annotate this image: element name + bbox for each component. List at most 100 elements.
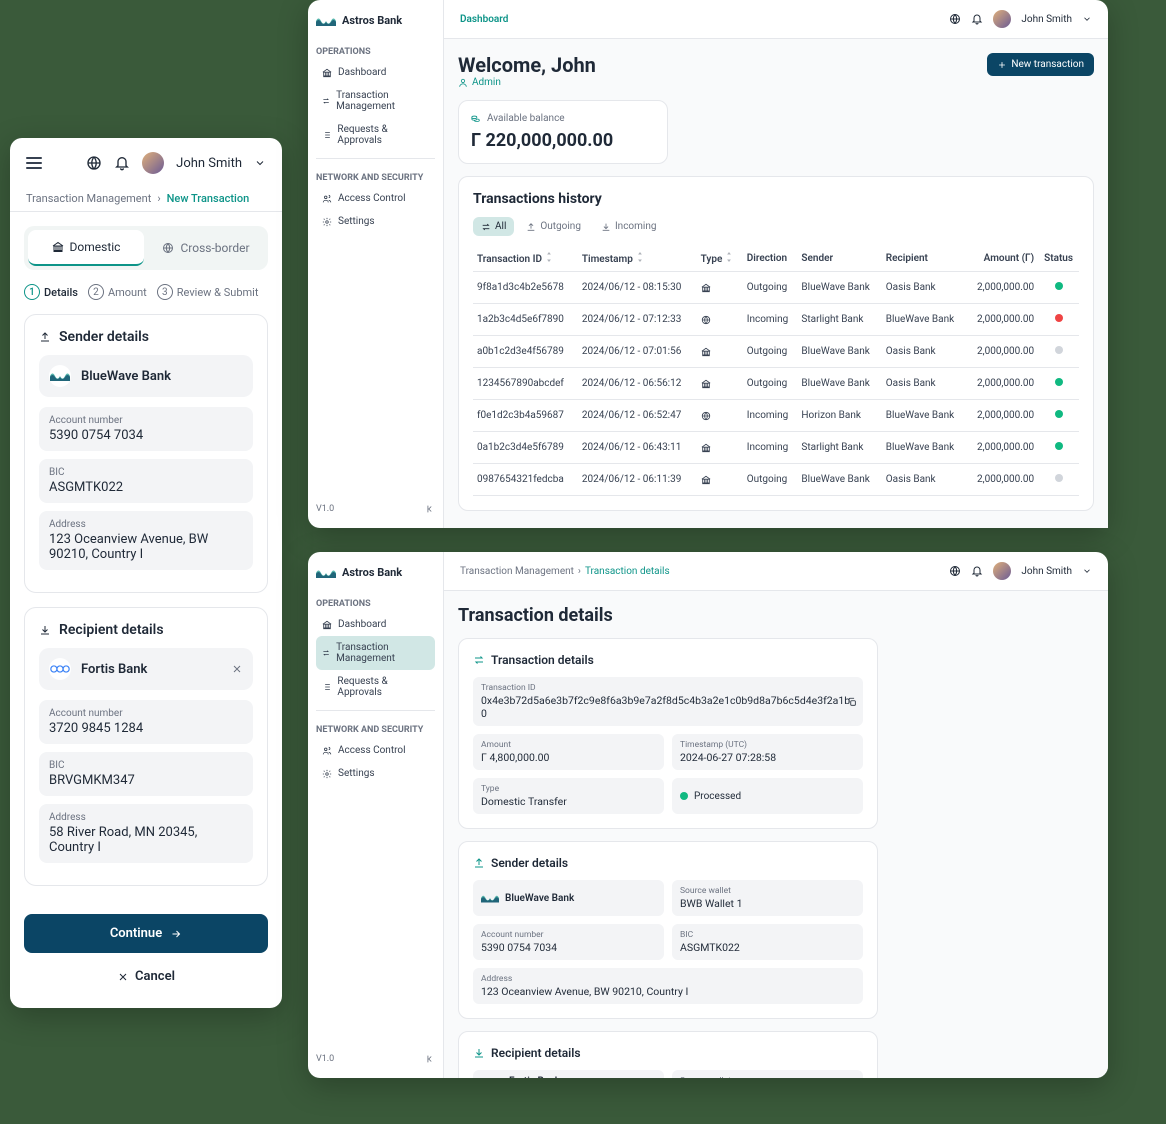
table-row[interactable]: a0b1c2d3e4f567892024/06/12 - 07:01:56Out… (473, 336, 1079, 368)
bank-icon (701, 347, 711, 357)
bell-icon[interactable] (114, 155, 130, 171)
filter-incoming[interactable]: Incoming (593, 217, 665, 236)
filter-outgoing[interactable]: Outgoing (518, 217, 589, 236)
nav-txn-mgmt[interactable]: Transaction Management (316, 636, 435, 670)
status-dot-icon (1055, 282, 1063, 290)
chevron-down-icon[interactable] (1082, 14, 1092, 24)
step-3[interactable]: 3Review & Submit (157, 284, 259, 300)
bell-icon[interactable] (971, 565, 983, 577)
sort-icon (544, 252, 554, 262)
continue-button[interactable]: Continue (24, 914, 268, 953)
sender-address-field: Address 123 Oceanview Avenue, BW 90210, … (39, 511, 253, 570)
globe-icon[interactable] (949, 565, 961, 577)
avatar[interactable] (142, 152, 164, 174)
col-status[interactable]: Status (1038, 246, 1079, 272)
nav-settings[interactable]: Settings (316, 210, 435, 233)
cell-status (1038, 432, 1079, 464)
users-icon (322, 746, 332, 756)
collapse-icon[interactable] (425, 504, 435, 514)
nav-dashboard[interactable]: Dashboard (316, 61, 435, 84)
avatar[interactable] (993, 10, 1011, 28)
cell-recip: Oasis Bank (882, 336, 966, 368)
status-dot-icon (1055, 314, 1063, 322)
cell-status (1038, 368, 1079, 400)
balance-value: Γ 220,000,000.00 (471, 130, 655, 151)
tab-domestic[interactable]: Domestic (28, 230, 144, 266)
wave-icon (316, 567, 336, 579)
cell-sender: Starlight Bank (797, 304, 881, 336)
globe-icon[interactable] (86, 155, 102, 171)
chevron-down-icon[interactable] (1082, 566, 1092, 576)
cell-recip: Oasis Bank (882, 368, 966, 400)
recipient-bic-field: BIC BRVGMKM347 (39, 752, 253, 796)
cancel-button[interactable]: Cancel (10, 963, 282, 990)
col-sender[interactable]: Sender (797, 246, 881, 272)
cell-dir: Outgoing (743, 368, 798, 400)
nav-settings[interactable]: Settings (316, 762, 435, 785)
nav-access[interactable]: Access Control (316, 739, 435, 762)
col-amt[interactable]: Amount (Γ) (966, 246, 1038, 272)
users-icon (322, 194, 332, 204)
globe-icon (162, 242, 174, 254)
avatar[interactable] (993, 562, 1011, 580)
coins-icon (471, 114, 481, 124)
nav-requests[interactable]: Requests & Approvals (316, 118, 435, 152)
upload-icon (473, 857, 485, 869)
sender-wallet-field: Source walletBWB Wallet 1 (672, 880, 863, 916)
close-icon[interactable] (231, 663, 243, 675)
col-type[interactable]: Type (697, 246, 743, 272)
sidebar: Astros Bank OPERATIONS Dashboard Transac… (308, 0, 444, 528)
section-security: NETWORK AND SECURITY (316, 725, 435, 735)
upload-icon (526, 222, 536, 232)
nav-dashboard[interactable]: Dashboard (316, 613, 435, 636)
cell-recip: BlueWave Bank (882, 304, 966, 336)
cell-recip: BlueWave Bank (882, 432, 966, 464)
mobile-panel: John Smith Transaction Management › New … (10, 138, 282, 1008)
recipient-bank-chip[interactable]: Fortis Bank (39, 648, 253, 690)
cell-id: a0b1c2d3e4f56789 (473, 336, 578, 368)
table-row[interactable]: f0e1d2c3b4a596872024/06/12 - 06:52:47Inc… (473, 400, 1079, 432)
step-2[interactable]: 2Amount (88, 284, 147, 300)
breadcrumb-parent[interactable]: Transaction Management (26, 192, 151, 205)
step-1[interactable]: 1Details (24, 284, 78, 300)
history-filters: All Outgoing Incoming (473, 217, 1079, 236)
table-row[interactable]: 1234567890abcdef2024/06/12 - 06:56:12Out… (473, 368, 1079, 400)
filter-all[interactable]: All (473, 217, 514, 236)
cell-sender: BlueWave Bank (797, 336, 881, 368)
copy-icon[interactable] (847, 697, 857, 707)
main: Transaction Management › Transaction det… (444, 552, 1108, 1078)
col-recip[interactable]: Recipient (882, 246, 966, 272)
menu-icon[interactable] (26, 157, 42, 169)
collapse-icon[interactable] (425, 1054, 435, 1064)
globe-icon[interactable] (949, 13, 961, 25)
list-icon (322, 130, 331, 140)
swap-icon (322, 648, 330, 658)
col-dir[interactable]: Direction (743, 246, 798, 272)
tab-cross-border[interactable]: Cross-border (148, 230, 264, 266)
bell-icon[interactable] (971, 13, 983, 25)
table-row[interactable]: 1a2b3c4d5e6f78902024/06/12 - 07:12:33Inc… (473, 304, 1079, 336)
nav-requests[interactable]: Requests & Approvals (316, 670, 435, 704)
cell-dir: Outgoing (743, 464, 798, 496)
cell-type (697, 464, 743, 496)
col-id[interactable]: Transaction ID (473, 246, 578, 272)
chevron-down-icon[interactable] (254, 157, 266, 169)
cell-status (1038, 400, 1079, 432)
cell-dir: Outgoing (743, 272, 798, 304)
swap-icon (322, 96, 330, 106)
sender-bank-chip[interactable]: BlueWave Bank (39, 355, 253, 397)
stepper: 1Details 2Amount 3Review & Submit (24, 284, 268, 300)
table-row[interactable]: 0a1b2c3d4e5f67892024/06/12 - 06:43:11Inc… (473, 432, 1079, 464)
bank-icon (701, 379, 711, 389)
breadcrumb[interactable]: Dashboard (460, 14, 508, 25)
brand[interactable]: Astros Bank (316, 566, 435, 579)
brand[interactable]: Astros Bank (316, 14, 435, 27)
table-row[interactable]: 9f8a1d3c4b2e56782024/06/12 - 08:15:30Out… (473, 272, 1079, 304)
table-row[interactable]: 0987654321fedcba2024/06/12 - 06:11:39Out… (473, 464, 1079, 496)
user-name: John Smith (1021, 566, 1072, 577)
nav-txn-mgmt[interactable]: Transaction Management (316, 84, 435, 118)
new-transaction-button[interactable]: New transaction (987, 53, 1094, 76)
download-icon (473, 1047, 485, 1059)
nav-access[interactable]: Access Control (316, 187, 435, 210)
col-ts[interactable]: Timestamp (578, 246, 697, 272)
